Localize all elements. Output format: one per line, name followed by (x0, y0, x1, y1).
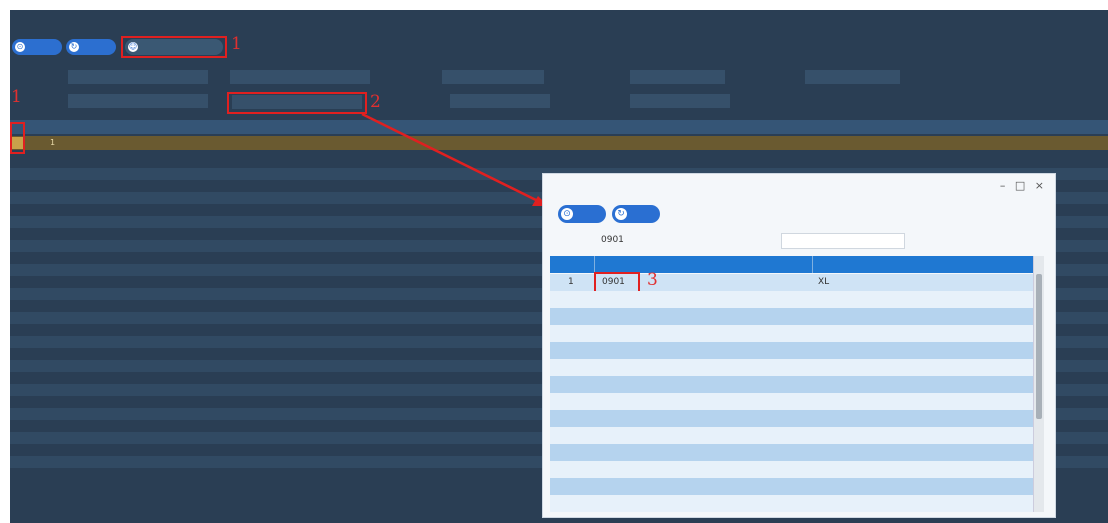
row-user-name: XL (818, 277, 830, 287)
table-row-empty (550, 359, 1040, 376)
highlight-box-3 (594, 272, 640, 293)
filter-input-a[interactable] (68, 70, 208, 84)
table-row-empty (550, 376, 1040, 393)
dialog-query-button[interactable]: ⊙ (558, 205, 606, 223)
filter-select-g[interactable] (450, 94, 550, 108)
table-row-selected[interactable]: 1 (10, 136, 1108, 150)
window-controls[interactable]: – □ × (1000, 179, 1047, 192)
scrollbar-thumb[interactable] (1036, 274, 1042, 419)
dialog-table-header (550, 256, 1040, 273)
table-row-empty (550, 427, 1040, 444)
vertical-scrollbar[interactable] (1033, 256, 1044, 512)
table-row-empty (550, 461, 1040, 478)
table-row-empty (550, 444, 1040, 461)
filter-input-d[interactable] (630, 70, 725, 84)
annotation-3: 3 (647, 270, 658, 290)
table-row-empty (550, 291, 1040, 308)
search-icon: ⊙ (561, 208, 573, 220)
reset-icon: ↻ (69, 42, 79, 52)
user-select-dialog: – □ × ⊙ ↻ 0901 1 0901 XL 3 (542, 173, 1056, 518)
table-row-empty (550, 410, 1040, 427)
row-num: 1 (568, 277, 574, 287)
column-header-name (812, 256, 1041, 273)
user-code-input[interactable]: 0901 (598, 233, 726, 249)
filter-input-f[interactable] (68, 94, 208, 108)
filter-input-c[interactable] (442, 70, 544, 84)
annotation-1-top: 1 (231, 34, 242, 54)
annotation-1-left: 1 (11, 87, 22, 107)
filter-select-e[interactable] (805, 70, 900, 84)
table-row-empty (550, 342, 1040, 359)
highlight-box-2 (227, 92, 367, 114)
dialog-reset-button[interactable]: ↻ (612, 205, 660, 223)
table-row-empty (550, 325, 1040, 342)
user-name-input[interactable] (781, 233, 905, 249)
filter-select-h[interactable] (630, 94, 730, 108)
column-header-num (550, 256, 594, 273)
highlight-box-1 (121, 36, 227, 58)
annotation-2: 2 (370, 92, 381, 112)
table-row-empty (550, 393, 1040, 410)
reset-icon: ↻ (615, 208, 627, 220)
query-button[interactable]: ⊙ (12, 39, 62, 55)
search-icon: ⊙ (15, 42, 25, 52)
row-number: 1 (50, 138, 56, 147)
filter-input-b[interactable] (230, 70, 370, 84)
table-row-empty (550, 478, 1040, 495)
table-row-empty (550, 495, 1040, 512)
table-row-empty (550, 308, 1040, 325)
reset-button[interactable]: ↻ (66, 39, 116, 55)
highlight-box-row (10, 122, 25, 154)
grid-header (10, 120, 1108, 134)
column-header-code (594, 256, 813, 273)
